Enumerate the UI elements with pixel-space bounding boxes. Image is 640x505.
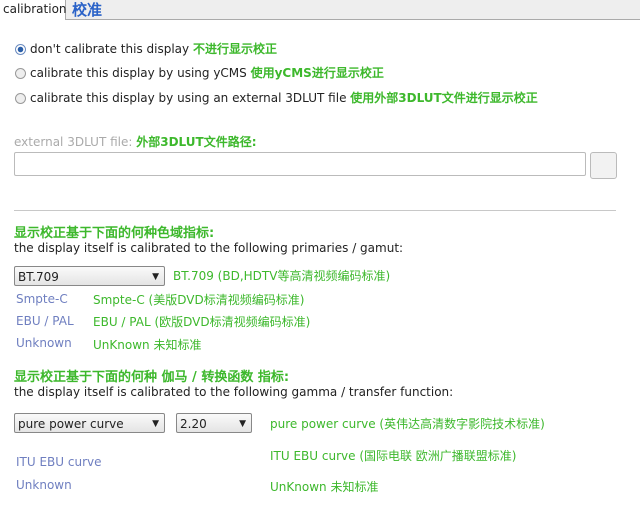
gamut-select[interactable]: BT.709 ▼ — [14, 266, 165, 286]
tab-calibration[interactable]: calibration — [0, 0, 67, 20]
gamma-option-note: UnKnown 未知标准 — [270, 480, 379, 494]
tab-bar: calibration 校准 — [0, 0, 640, 20]
radio-icon[interactable] — [15, 68, 26, 79]
gamut-option-note: Smpte-C (美版DVD标清视频编码标准) — [93, 293, 305, 307]
gamma-select-value: pure power curve — [18, 417, 124, 431]
radio-label-cn: 使用外部3DLUT文件进行显示校正 — [350, 91, 538, 105]
radio-label-cn: 使用yCMS进行显示校正 — [250, 66, 384, 80]
tab-label: calibration — [3, 2, 67, 16]
gamma-option[interactable]: Unknown — [16, 478, 72, 492]
gamut-heading-cn: 显示校正基于下面的何种色域指标: — [14, 226, 215, 241]
chevron-down-icon: ▼ — [152, 419, 159, 429]
gamma-option-note: ITU EBU curve (国际电联 欧洲广播联盟标准) — [270, 449, 517, 463]
radio-icon[interactable] — [15, 93, 26, 104]
radio-label: don't calibrate this display — [30, 42, 190, 56]
file-label-cn: 外部3DLUT文件路径: — [136, 135, 257, 149]
radio-dont-calibrate[interactable]: don't calibrate this display 不进行显示校正 — [15, 40, 277, 57]
3dlut-file-input[interactable] — [14, 152, 586, 176]
radio-label: calibrate this display by using yCMS — [30, 66, 247, 80]
file-label: external 3DLUT file: 外部3DLUT文件路径: — [14, 133, 257, 150]
radio-3dlut[interactable]: calibrate this display by using an exter… — [15, 89, 538, 106]
gamut-select-value: BT.709 — [18, 270, 59, 284]
divider — [14, 210, 616, 211]
gamma-description: the display itself is calibrated to the … — [14, 385, 454, 399]
gamut-option[interactable]: EBU / PAL — [16, 314, 74, 328]
radio-label: calibrate this display by using an exter… — [30, 91, 347, 105]
radio-ycms[interactable]: calibrate this display by using yCMS 使用y… — [15, 64, 384, 81]
tab-label-cn: 校准 — [72, 1, 103, 19]
gamma-value-select[interactable]: 2.20 ▼ — [176, 413, 252, 433]
gamma-selected-note: pure power curve (英伟达高清数字影院技术标准) — [270, 417, 545, 431]
gamma-curve-select[interactable]: pure power curve ▼ — [14, 413, 165, 433]
gamut-option-note: UnKnown 未知标准 — [93, 338, 202, 352]
radio-label-cn: 不进行显示校正 — [192, 42, 277, 56]
gamma-option[interactable]: ITU EBU curve — [16, 455, 102, 469]
gamut-description: the display itself is calibrated to the … — [14, 241, 404, 255]
gamut-option-note: EBU / PAL (欧版DVD标清视频编码标准) — [93, 315, 311, 329]
gamut-selected-note: BT.709 (BD,HDTV等高清视频编码标准) — [173, 269, 391, 283]
gamut-option[interactable]: Unknown — [16, 336, 72, 350]
chevron-down-icon: ▼ — [152, 272, 159, 282]
browse-button[interactable] — [590, 152, 617, 179]
file-label-text: external 3DLUT file: — [14, 135, 133, 149]
chevron-down-icon: ▼ — [239, 419, 246, 429]
radio-selected-icon[interactable] — [15, 44, 26, 55]
gamut-option[interactable]: Smpte-C — [16, 292, 68, 306]
gamma-value: 2.20 — [180, 417, 207, 431]
gamma-heading-cn: 显示校正基于下面的何种 伽马 / 转换函数 指标: — [14, 370, 290, 385]
